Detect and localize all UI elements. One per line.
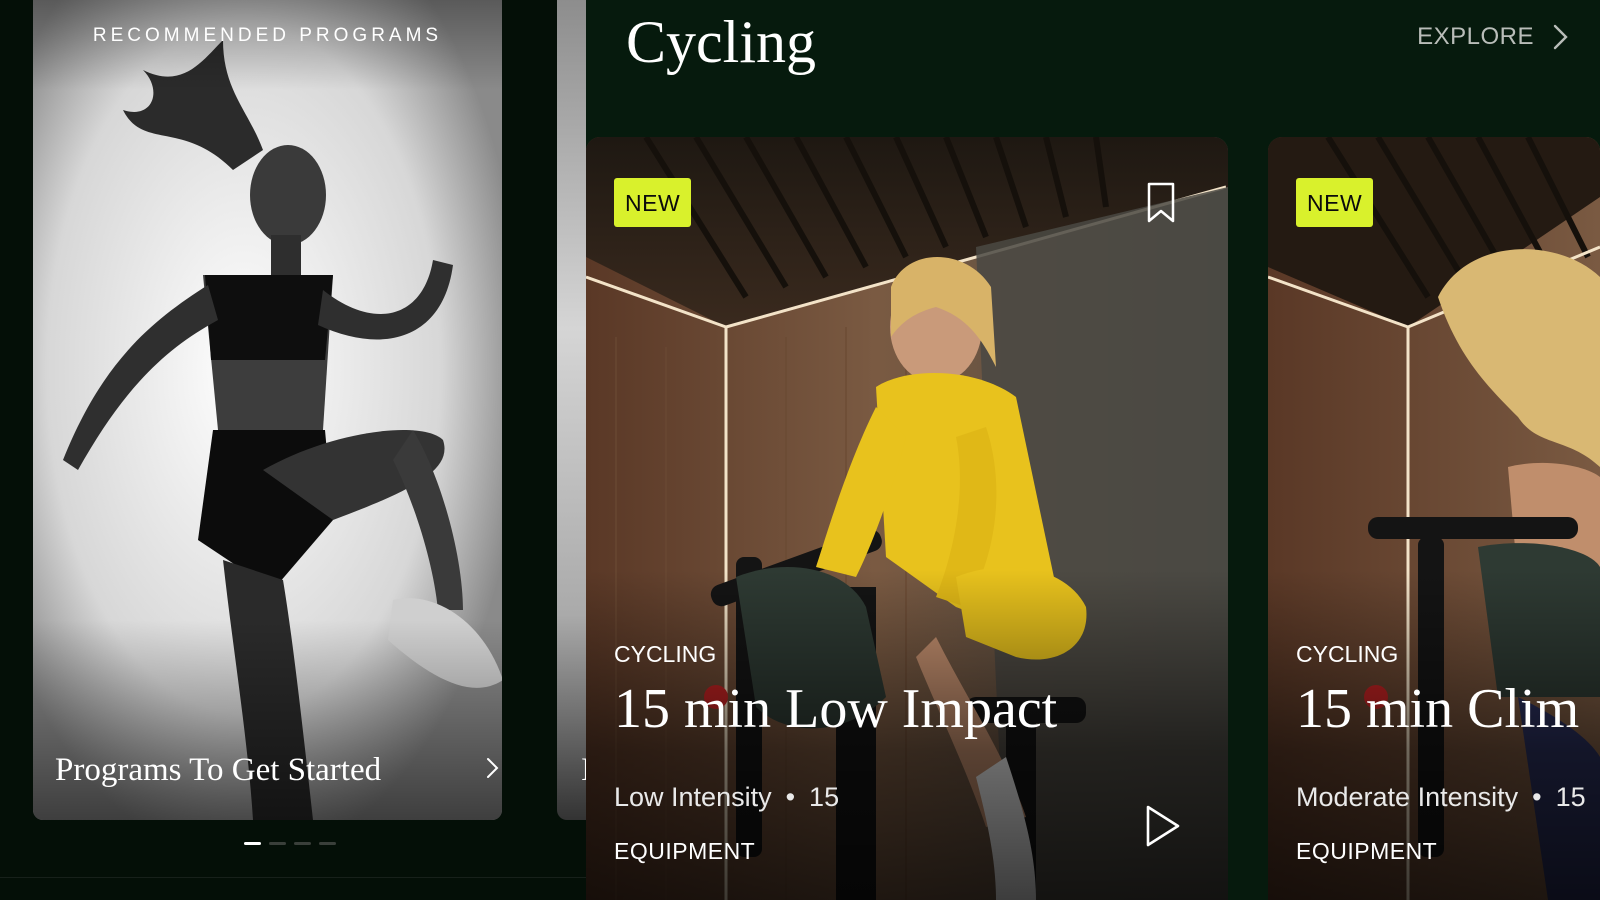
explore-label: EXPLORE — [1417, 23, 1534, 50]
recommended-programs-panel: I — [0, 0, 597, 900]
class-duration: 15 — [1555, 782, 1586, 812]
carousel-pagination — [244, 842, 336, 845]
class-title: 15 min Low Impact — [614, 678, 1058, 740]
class-duration: 15 — [809, 782, 840, 812]
play-icon[interactable] — [1142, 803, 1182, 849]
section-heading: RECOMMENDED PROGRAMS — [92, 25, 443, 46]
section-title: Cycling — [626, 9, 816, 75]
new-badge: NEW — [614, 178, 692, 227]
class-intensity: Low Intensity — [614, 782, 772, 812]
class-meta: Low Intensity • 15 — [614, 782, 839, 813]
meta-separator: • — [1532, 782, 1542, 812]
class-card[interactable]: NEW CYCLING 15 min Clim Moderate Intensi… — [1268, 137, 1600, 900]
class-title: 15 min Clim — [1296, 678, 1580, 740]
meta-separator: • — [785, 782, 796, 812]
pagination-dot[interactable] — [294, 842, 311, 845]
class-meta: Moderate Intensity • 15 — [1296, 782, 1586, 813]
class-equipment: EQUIPMENT — [614, 838, 756, 864]
class-intensity: Moderate Intensity — [1296, 782, 1519, 812]
bookmark-icon[interactable] — [1143, 181, 1179, 225]
chevron-right-icon — [1553, 24, 1568, 50]
pagination-dot[interactable] — [269, 842, 286, 845]
new-badge: NEW — [1296, 178, 1374, 227]
card-bottom-shade — [33, 620, 502, 820]
pagination-dot[interactable] — [319, 842, 336, 845]
program-card[interactable]: RECOMMENDED PROGRAMS Programs To Get Sta… — [33, 0, 502, 820]
pagination-dot-active[interactable] — [244, 842, 261, 845]
cycling-section: Cycling EXPLORE NEW CYCLING 15 min Low I… — [586, 0, 1600, 900]
chevron-right-icon[interactable] — [481, 755, 502, 781]
class-category: CYCLING — [1296, 641, 1399, 667]
explore-link[interactable]: EXPLORE — [1417, 22, 1572, 52]
class-category: CYCLING — [614, 641, 717, 667]
app-screen: I — [0, 0, 1600, 900]
program-title: Programs To Get Started — [55, 752, 382, 788]
divider — [0, 877, 586, 878]
class-equipment: EQUIPMENT — [1296, 838, 1438, 864]
class-card[interactable]: NEW CYCLING 15 min Low Impact Low Intens… — [586, 137, 1228, 900]
